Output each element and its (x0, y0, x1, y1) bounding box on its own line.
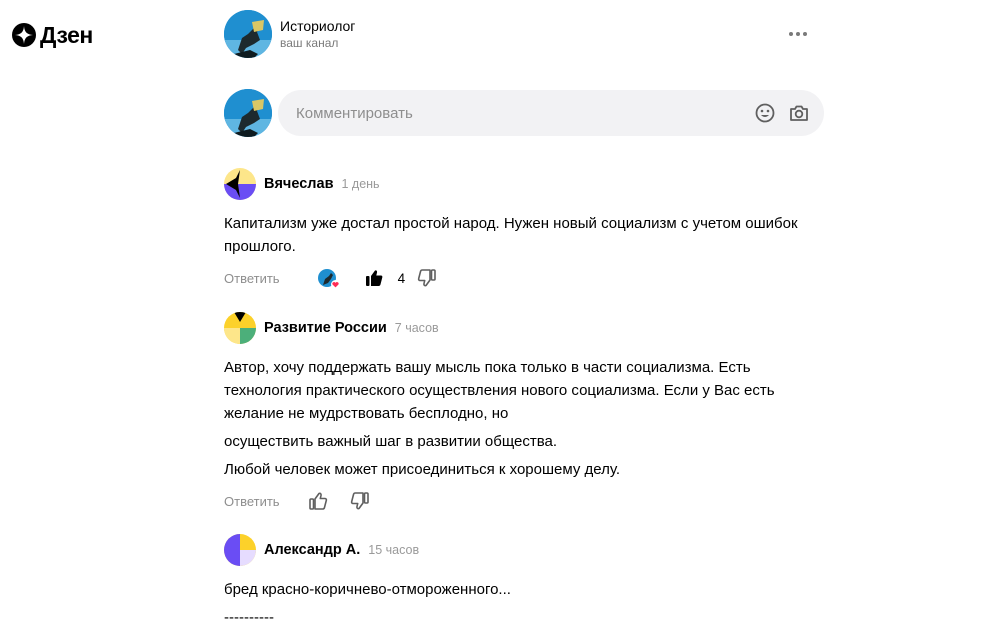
heart-icon (330, 280, 340, 289)
comment-author-name[interactable]: Вячеслав (264, 176, 333, 192)
like-button[interactable] (364, 268, 384, 288)
comment-time: 15 часов (368, 543, 420, 557)
dzen-logo[interactable]: Дзен (12, 20, 93, 50)
like-button[interactable] (308, 491, 328, 511)
comment-time: 1 день (341, 177, 380, 191)
comment-author-name[interactable]: Развитие России (264, 320, 387, 336)
comment-author-avatar[interactable] (224, 534, 256, 566)
dislike-button[interactable] (417, 268, 437, 288)
reply-button[interactable]: Ответить (224, 494, 280, 509)
thumbs-up-filled-icon (365, 270, 382, 286)
channel-subtitle: ваш канал (280, 36, 339, 50)
dislike-button[interactable] (350, 491, 370, 511)
thumbs-down-icon (350, 492, 369, 510)
comment-item: Александр А. 15 часов бред красно-коричн… (224, 534, 824, 634)
comment-item: Развитие России 7 часов Автор, хочу подд… (224, 312, 824, 513)
comment-composer (224, 89, 824, 137)
thumbs-up-icon (308, 492, 327, 510)
channel-avatar[interactable] (224, 10, 272, 58)
channel-name[interactable]: Историолог (280, 17, 355, 35)
dot-icon (789, 32, 793, 36)
comment-time: 7 часов (394, 321, 439, 335)
comment-input[interactable] (294, 103, 754, 123)
more-options-button[interactable] (786, 22, 810, 46)
camera-icon[interactable] (788, 102, 810, 124)
comment-paragraph: ---------- (224, 609, 274, 626)
thumbs-down-icon (417, 269, 436, 287)
channel-header: Историолог ваш канал (224, 10, 355, 58)
comment-actions: Ответить 4 (224, 266, 824, 290)
comment-actions: Ответить (224, 489, 824, 513)
comment-author-avatar[interactable] (224, 312, 256, 344)
reply-button[interactable]: Ответить (224, 271, 280, 286)
comment-paragraph: Любой человек может присоединиться к хор… (224, 461, 621, 478)
comment-text: Автор, хочу поддержать вашу мысль пока т… (224, 356, 824, 481)
comment-text: бред красно-коричнево-отмороженного... -… (224, 578, 824, 629)
comment-paragraph: Автор, хочу поддержать вашу мысль пока т… (224, 359, 775, 422)
comment-paragraph: бред красно-коричнево-отмороженного... (224, 581, 511, 598)
comment-paragraph: осуществить важный шаг в развитии общест… (224, 433, 558, 450)
comment-text: Капитализм уже достал простой народ. Нуж… (224, 212, 824, 258)
comment-item: Вячеслав 1 день Капитализм уже достал пр… (224, 168, 824, 290)
user-avatar (224, 89, 272, 137)
comment-author-avatar[interactable] (224, 168, 256, 200)
comment-input-wrapper (278, 90, 824, 136)
dot-icon (796, 32, 800, 36)
comment-author-name[interactable]: Александр А. (264, 542, 360, 558)
emoji-icon[interactable] (754, 102, 776, 124)
author-like-badge (317, 269, 340, 289)
like-count: 4 (397, 270, 406, 286)
comment-paragraph: Капитализм уже достал простой народ. Нуж… (224, 215, 798, 255)
dzen-logo-text: Дзен (40, 21, 93, 48)
dot-icon (803, 32, 807, 36)
dzen-star-icon (12, 23, 36, 47)
